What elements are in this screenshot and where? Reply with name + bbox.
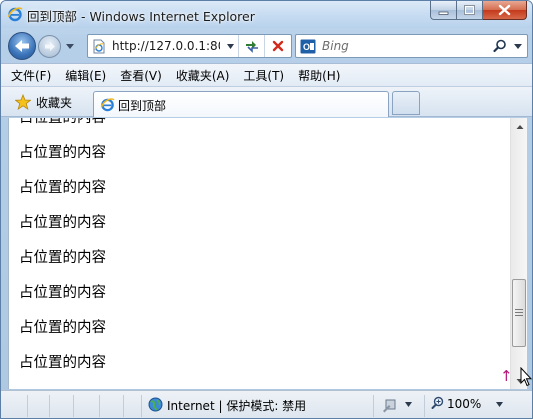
ie-logo-icon — [100, 98, 115, 112]
security-zone-label: Internet | 保护模式: 禁用 — [167, 399, 307, 413]
status-divider — [49, 395, 50, 417]
page-content: 占位置的内容 占位置的内容 占位置的内容 占位置的内容 占位置的内容 占位置的内… — [8, 118, 510, 389]
favorites-button[interactable]: 收藏夹 — [36, 94, 72, 111]
content-line: 占位置的内容 — [19, 215, 106, 231]
chevron-down-icon[interactable] — [404, 400, 413, 409]
stop-icon — [272, 40, 284, 52]
address-bar[interactable]: http://127.0.0.1:80 — [87, 34, 292, 58]
security-icon[interactable] — [381, 397, 399, 413]
navigation-bar: http://127.0.0.1:80 O Bing — [1, 29, 532, 63]
back-to-top-link[interactable]: ↑ — [500, 367, 510, 385]
search-options-dropdown[interactable] — [512, 39, 524, 53]
menu-help[interactable]: 帮助(H) — [298, 67, 340, 84]
favorites-bar: 收藏夹 回到顶部 — [1, 87, 532, 117]
ie-logo-icon — [7, 7, 23, 22]
tab-current[interactable]: 回到顶部 — [93, 91, 389, 117]
menu-tools[interactable]: 工具(T) — [243, 67, 284, 84]
content-line: 占位置的内容 — [19, 285, 106, 301]
close-icon — [498, 4, 511, 16]
caption-buttons — [430, 1, 527, 20]
scroll-thumb[interactable] — [512, 278, 526, 347]
address-dropdown[interactable] — [223, 35, 238, 57]
scroll-up-button[interactable] — [511, 118, 528, 135]
refresh-button[interactable] — [238, 35, 264, 57]
maximize-button[interactable] — [457, 1, 483, 20]
back-button[interactable] — [8, 32, 36, 60]
bing-icon: O — [300, 39, 316, 54]
close-button[interactable] — [483, 1, 527, 20]
title-bar: 回到顶部 - Windows Internet Explorer — [1, 1, 532, 28]
content-line: 占位置的内容 — [19, 355, 106, 371]
back-arrow-icon — [15, 40, 29, 52]
zoom-icon[interactable] — [431, 396, 445, 410]
favorites-star-icon[interactable] — [15, 94, 31, 110]
forward-arrow-icon — [44, 42, 55, 51]
search-icon[interactable] — [493, 39, 507, 53]
maximize-icon — [464, 4, 475, 15]
menu-file[interactable]: 文件(F) — [11, 67, 51, 84]
status-divider — [73, 395, 74, 417]
content-line: 占位置的内容 — [19, 320, 106, 336]
svg-text:O: O — [303, 42, 310, 52]
search-input[interactable]: Bing — [322, 39, 349, 53]
minimize-icon — [438, 11, 449, 15]
status-divider — [373, 395, 374, 417]
chevron-up-icon — [516, 124, 523, 129]
menu-bar: 文件(F) 编辑(E) 查看(V) 收藏夹(A) 工具(T) 帮助(H) — [1, 63, 532, 87]
menu-favorites[interactable]: 收藏夹(A) — [176, 67, 230, 84]
grip-icon — [515, 309, 523, 317]
content-line: 占位置的内容 — [19, 145, 106, 161]
status-bar: Internet | 保护模式: 禁用 100% — [1, 390, 532, 418]
minimize-button[interactable] — [430, 1, 457, 20]
menu-edit[interactable]: 编辑(E) — [65, 67, 106, 84]
menu-view[interactable]: 查看(V) — [120, 67, 162, 84]
status-divider — [27, 395, 28, 417]
refresh-icon — [245, 41, 258, 53]
search-box[interactable]: O Bing — [295, 34, 528, 58]
content-list: 占位置的内容 占位置的内容 占位置的内容 占位置的内容 占位置的内容 占位置的内… — [9, 118, 510, 381]
content-line: 占位置的内容 — [19, 118, 106, 126]
address-input[interactable]: http://127.0.0.1:80 — [112, 39, 220, 53]
content-line: 占位置的内容 — [19, 250, 106, 266]
mouse-cursor-icon — [520, 367, 532, 387]
content-line: 占位置的内容 — [19, 180, 106, 196]
browser-window: 回到顶部 - Windows Internet Explorer http://… — [0, 0, 533, 419]
zoom-level[interactable]: 100% — [447, 397, 481, 411]
stop-button[interactable] — [264, 35, 291, 57]
tab-label: 回到顶部 — [118, 99, 167, 113]
page-icon — [93, 39, 105, 54]
status-divider — [99, 395, 100, 417]
status-divider — [424, 395, 425, 417]
vertical-scrollbar[interactable] — [510, 118, 527, 389]
chevron-down-icon — [227, 43, 234, 49]
new-tab-button[interactable] — [392, 91, 420, 115]
chevron-down-icon[interactable] — [495, 400, 504, 409]
window-title: 回到顶部 - Windows Internet Explorer — [27, 9, 255, 24]
status-divider — [141, 395, 142, 417]
recent-pages-dropdown[interactable] — [65, 41, 75, 51]
forward-button[interactable] — [38, 35, 61, 58]
status-divider — [123, 395, 124, 417]
globe-icon — [148, 397, 163, 412]
